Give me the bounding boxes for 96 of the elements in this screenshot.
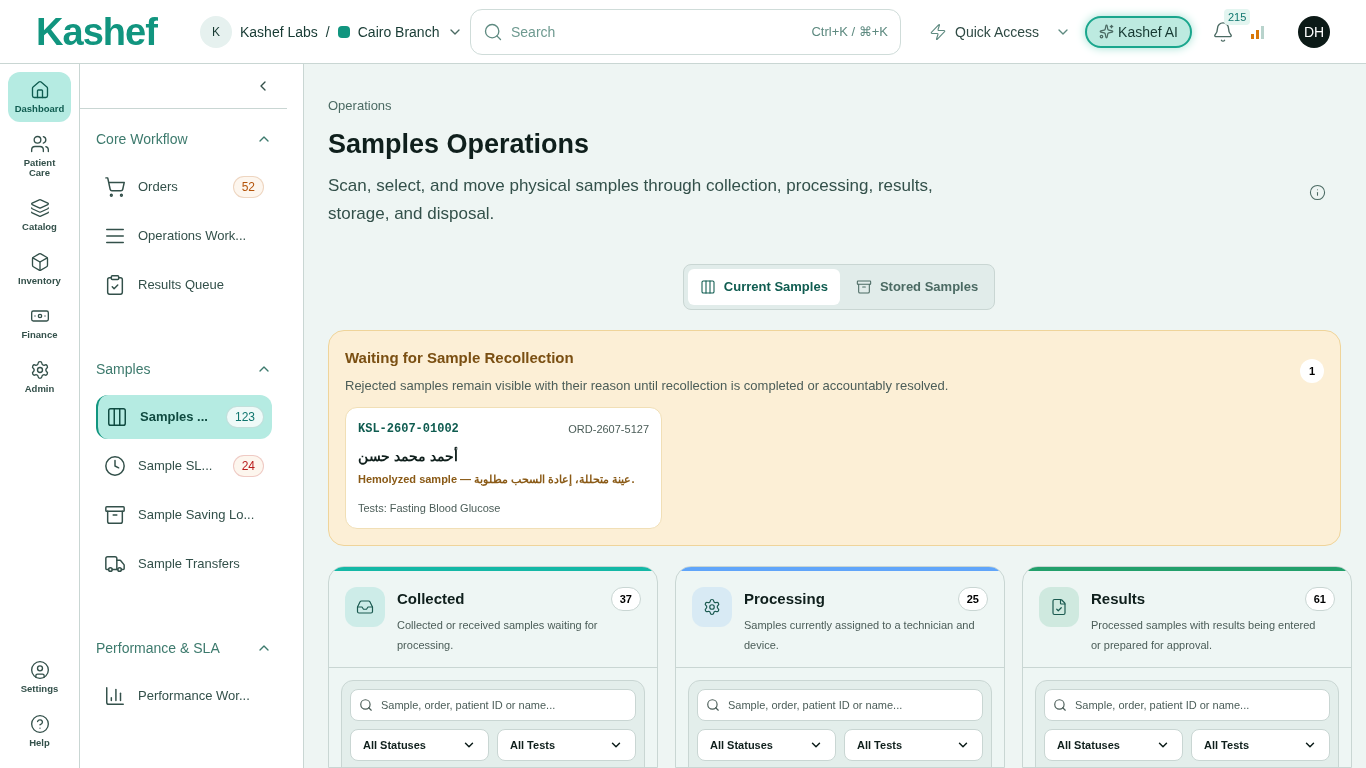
count-badge: 25 xyxy=(957,587,988,611)
nav-item[interactable]: Sample Saving Lo... xyxy=(96,493,272,537)
sample-id: KSL-2607-01002 xyxy=(358,421,459,438)
logo[interactable]: Kashef xyxy=(36,12,200,51)
users-icon xyxy=(29,134,50,154)
notification-count: 215 xyxy=(1224,8,1251,25)
nav-item[interactable]: Operations Work... xyxy=(96,214,272,258)
panel-description: Rejected samples remain visible with their reason until recollection is completed or accountably resolved. xyxy=(345,376,949,395)
column-description: Collected or received samples waiting for processing. xyxy=(397,618,599,653)
nav-item[interactable]: Orders 52 xyxy=(96,165,272,209)
rail-item[interactable]: Settings xyxy=(8,652,71,702)
columns-icon xyxy=(106,406,128,428)
filter-select[interactable]: All Tests xyxy=(844,729,983,761)
clock-icon xyxy=(104,455,126,477)
ai-button[interactable]: Kashef AI xyxy=(1085,15,1192,48)
nav-item[interactable]: Samples ... 123 xyxy=(96,395,272,439)
cube-icon xyxy=(29,252,50,272)
section-header[interactable]: Performance & SLA xyxy=(96,638,272,658)
shortcut-hint: Ctrl+K / ⌘+K xyxy=(811,22,888,41)
quick-access-button[interactable]: Quick Access xyxy=(929,21,1072,42)
rail-item[interactable]: Help xyxy=(8,706,71,756)
column-search-input[interactable]: Sample, order, patient ID or name... xyxy=(1075,696,1321,714)
rail-item[interactable]: Finance xyxy=(8,298,71,348)
archive-icon xyxy=(855,279,872,295)
clipboard-icon xyxy=(104,274,126,296)
notification-bell-icon[interactable] xyxy=(1212,20,1234,43)
rejection-reason: Hemolyzed sample — عينة متحللة، إعادة السحب مطلوبة. xyxy=(358,472,636,488)
nav-item[interactable]: Sample Transfers xyxy=(96,542,272,586)
info-icon[interactable] xyxy=(1309,183,1326,201)
count-badge: 61 xyxy=(1304,587,1335,611)
search-field[interactable]: Search Ctrl+K / ⌘+K xyxy=(470,8,901,55)
search-icon xyxy=(359,698,373,712)
column-search-field[interactable]: Sample, order, patient ID or name... xyxy=(1044,689,1330,721)
tests-text: Tests: Fasting Blood Glucose xyxy=(358,500,502,516)
search-icon xyxy=(1053,698,1067,712)
column-title: Processing xyxy=(744,588,825,609)
rail-item[interactable]: Patient Care xyxy=(8,126,71,186)
view-tab[interactable]: Current Samples xyxy=(687,269,840,305)
nav-item[interactable]: Sample SL... 24 xyxy=(96,444,272,488)
column-title: Collected xyxy=(397,588,465,609)
count-badge: 123 xyxy=(225,406,264,428)
rail-item[interactable]: Inventory xyxy=(8,244,71,294)
search-input[interactable]: Search xyxy=(511,21,804,42)
section-header[interactable]: Core Workflow xyxy=(96,129,272,149)
inbox-icon xyxy=(356,598,374,616)
nav-item[interactable]: Performance Wor... xyxy=(96,674,272,718)
column-search-field[interactable]: Sample, order, patient ID or name... xyxy=(697,689,983,721)
filter-select[interactable]: All Tests xyxy=(1191,729,1330,761)
archive-icon xyxy=(104,504,126,526)
rail-item[interactable]: Dashboard xyxy=(8,72,71,122)
count-badge: 37 xyxy=(610,587,641,611)
page-title: Samples Operations xyxy=(328,127,591,161)
org-avatar: K xyxy=(200,15,232,48)
count-badge: 52 xyxy=(232,176,264,198)
org-name[interactable]: Kashef Labs xyxy=(240,21,318,42)
settings-icon xyxy=(703,598,721,616)
count-badge: 24 xyxy=(232,455,264,477)
home-icon xyxy=(29,80,50,100)
order-id: ORD-2607-5127 xyxy=(568,421,649,437)
column-description: Samples currently assigned to a technician and device. xyxy=(744,618,976,653)
section-header[interactable]: Samples xyxy=(96,359,272,379)
filter-select[interactable]: All Statuses xyxy=(350,729,489,761)
nav-item[interactable]: Results Queue xyxy=(96,263,272,307)
search-icon xyxy=(483,21,503,42)
filter-select[interactable]: All Statuses xyxy=(1044,729,1183,761)
sparkles-icon xyxy=(1099,24,1115,39)
user-icon xyxy=(29,660,50,680)
truck-icon xyxy=(104,553,126,575)
layers-icon xyxy=(29,198,50,218)
filter-select[interactable]: All Tests xyxy=(497,729,636,761)
page-description: Scan, select, and move physical samples through collection, processing, results, storage, and disposal. xyxy=(328,175,934,225)
lightning-icon xyxy=(929,22,947,41)
settings-icon xyxy=(29,360,50,380)
breadcrumb: Operations xyxy=(328,97,393,115)
rail-item[interactable]: Catalog xyxy=(8,190,71,240)
column-search-field[interactable]: Sample, order, patient ID or name... xyxy=(350,689,636,721)
file-check-icon xyxy=(1050,598,1068,616)
bar-chart-icon xyxy=(104,685,126,707)
panel-title: Waiting for Sample Recollection xyxy=(345,348,575,368)
cart-icon xyxy=(104,176,126,198)
columns-icon xyxy=(699,279,716,295)
column-search-input[interactable]: Sample, order, patient ID or name... xyxy=(381,696,627,714)
filter-select[interactable]: All Statuses xyxy=(697,729,836,761)
view-tab[interactable]: Stored Samples xyxy=(843,269,991,305)
user-avatar[interactable]: DH xyxy=(1298,15,1330,48)
column-title: Results xyxy=(1091,588,1146,609)
count-badge: 1 xyxy=(1300,359,1324,383)
column-search-input[interactable]: Sample, order, patient ID or name... xyxy=(728,696,974,714)
help-icon xyxy=(29,714,50,734)
rail-item[interactable]: Admin xyxy=(8,352,71,402)
signal-icon xyxy=(1250,24,1266,39)
separator: / xyxy=(325,22,330,42)
search-icon xyxy=(706,698,720,712)
column-description: Processed samples with results being entered or prepared for approval. xyxy=(1091,618,1317,653)
patient-name: أحمد محمد حسن xyxy=(358,446,459,467)
branch-name[interactable]: Cairo Branch xyxy=(357,21,440,42)
